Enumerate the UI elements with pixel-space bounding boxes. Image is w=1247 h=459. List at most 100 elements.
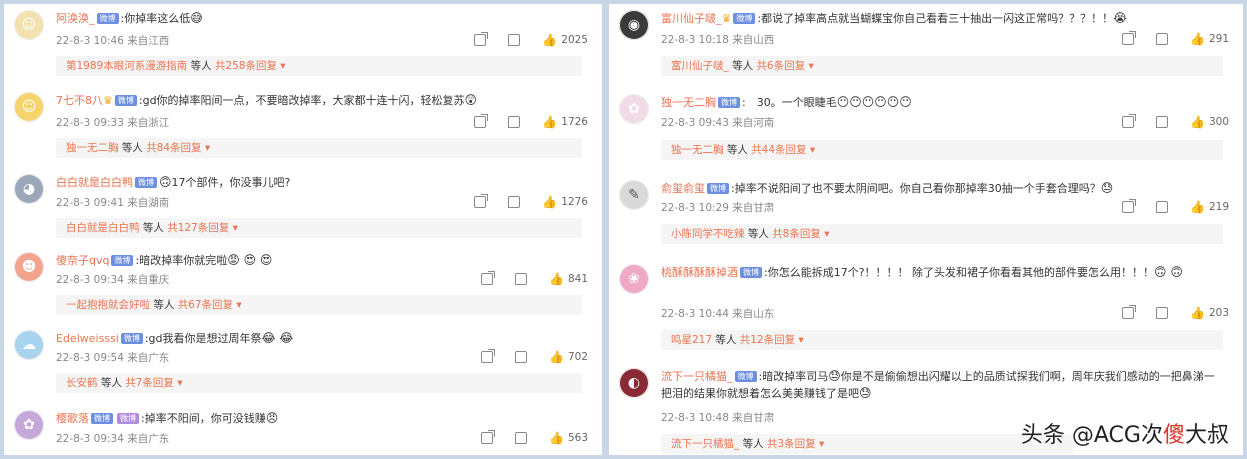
reply-summary[interactable]: 鸣星217 等人 共12条回复 ▾ — [661, 330, 1223, 350]
like-count: 2025 — [561, 34, 588, 46]
comment-icon[interactable] — [508, 34, 521, 46]
reply-summary[interactable]: 一起抱抱就会好啦 等人 共67条回复 ▾ — [56, 295, 582, 315]
emoji: 😓 — [828, 369, 841, 383]
reply-summary[interactable]: 富川仙子啵_ 等人 共6条回复 ▾ — [661, 56, 1223, 76]
left-comment-panel: ☺ 阿涣涣_ 微博:你掉率这么低😅 22-8-3 10:46 来自江西 👍 202… — [4, 4, 602, 455]
timestamp: 22-8-3 10:18 来自山西 — [661, 34, 775, 46]
thumbs-up-icon[interactable]: 👍 — [1190, 306, 1205, 320]
comment-text: 7七不8八♛ 微博:gd你的掉率阳间一点，不要暗改掉率，大家都十连十闪，轻松复苏😲 — [56, 93, 478, 107]
comment-icon[interactable] — [515, 351, 527, 363]
share-icon[interactable] — [1122, 114, 1136, 128]
emoji: 😶😶😶😶😶😶 — [836, 95, 912, 109]
comment-icon[interactable] — [515, 432, 527, 444]
weibo-badge: 微博 — [91, 413, 113, 424]
timestamp: 22-8-3 09:54 来自广东 — [56, 352, 170, 364]
like-count: 702 — [567, 351, 588, 363]
comment-text: 流下一只橘猫_ 微博:暗改掉率司马😓你是不是偷偷想出闪耀以上的品质试探我们啊，周年… — [661, 369, 1215, 400]
avatar[interactable]: ☁ — [14, 330, 44, 360]
thumbs-up-icon[interactable]: 👍 — [549, 272, 564, 286]
thumbs-up-icon[interactable]: 👍 — [1190, 200, 1205, 214]
avatar[interactable]: ✎ — [619, 180, 649, 210]
username-link[interactable]: 白白就是白白鸭 — [56, 176, 133, 189]
timestamp: 22-8-3 09:41 来自湖南 — [56, 197, 170, 209]
weibo-badge: 微博 — [96, 13, 119, 24]
share-icon[interactable] — [1122, 199, 1136, 213]
like-count: 1726 — [561, 116, 588, 128]
avatar[interactable]: ◉ — [619, 10, 649, 40]
share-icon[interactable] — [474, 194, 489, 208]
comment-text: 阿涣涣_ 微博:你掉率这么低😅 — [56, 11, 203, 25]
comment-icon[interactable] — [1156, 307, 1168, 319]
share-icon[interactable] — [1122, 31, 1136, 45]
username-link[interactable]: 阿涣涣_ — [56, 12, 95, 25]
avatar[interactable]: ☻ — [14, 252, 44, 282]
avatar[interactable]: ☺ — [14, 92, 44, 122]
avatar[interactable]: ✿ — [619, 94, 649, 124]
username-link[interactable]: 富川仙子啵_ — [661, 12, 722, 25]
weibo-badge: 微博 — [707, 183, 729, 194]
username-link[interactable]: 傻奈子qvq — [56, 254, 109, 267]
crown-icon: ♛ — [103, 94, 113, 107]
thumbs-up-icon[interactable]: 👍 — [542, 33, 557, 47]
reply-summary[interactable]: 流下一只橘猫_ 等人 共3条回复 ▾ — [661, 434, 1073, 454]
comment-icon[interactable] — [1156, 116, 1168, 128]
reply-summary[interactable]: 长安鹤 等人 共7条回复 ▾ — [56, 373, 582, 393]
thumbs-up-icon[interactable]: 👍 — [549, 350, 564, 364]
username-link[interactable]: Edelweisssi — [56, 332, 119, 345]
comment-text: 桃酥酥酥酥掉酒 微博:你怎么能拆成17个?！！！！ 除了头发和裙子你看看其他的部件… — [661, 265, 1183, 279]
timestamp: 22-8-3 09:34 来自广东 — [56, 433, 170, 445]
weibo-badge: 微博 — [740, 267, 762, 278]
like-count: 563 — [567, 432, 588, 444]
comment-actions: 👍 300 — [1122, 114, 1229, 129]
right-comment-panel: ◉ 富川仙子啵_♛ 微博:都说了掉率高点就当蝴蝶宝你自己看看三十抽出一闪这正常吗？… — [609, 4, 1243, 455]
avatar[interactable]: ✿ — [14, 410, 44, 440]
username-link[interactable]: 流下一只橘猫_ — [661, 370, 733, 383]
emoji: 😠 — [265, 411, 279, 425]
username-link[interactable]: 7七不8八 — [56, 94, 103, 107]
timestamp: 22-8-3 09:34 来自重庆 — [56, 274, 170, 286]
comment-actions: 👍 291 — [1122, 31, 1229, 46]
share-icon[interactable] — [481, 271, 495, 285]
reply-summary[interactable]: 独一无二胸 等人 共44条回复 ▾ — [661, 140, 1223, 160]
comment-actions: 👍 203 — [1122, 305, 1229, 320]
emoji: 😲 — [464, 93, 478, 107]
comment-actions: 👍 1726 — [474, 114, 588, 129]
avatar[interactable]: ❀ — [619, 264, 649, 294]
reply-summary[interactable]: 白白就是白白鸭 等人 共127条回复 ▾ — [56, 218, 582, 238]
comment-icon[interactable] — [1156, 33, 1168, 45]
emoji: 😂 😂 — [261, 331, 294, 345]
comment-icon[interactable] — [508, 116, 521, 128]
username-link[interactable]: 独一无二胸 — [661, 96, 716, 109]
share-icon[interactable] — [481, 349, 495, 363]
comment-actions: 👍 1276 — [474, 194, 588, 209]
thumbs-up-icon[interactable]: 👍 — [549, 431, 564, 445]
weibo-badge: 微博 — [135, 177, 157, 188]
username-link[interactable]: 樱歌落 — [56, 412, 89, 425]
share-icon[interactable] — [1122, 305, 1136, 319]
thumbs-up-icon[interactable]: 👍 — [542, 115, 557, 129]
comment-text: 白白就是白白鸭 微博 🙃17个部件，你没事儿吧? — [56, 175, 291, 189]
username-link[interactable]: 俞玺俞玺 — [661, 182, 705, 195]
avatar[interactable]: ◐ — [619, 368, 649, 398]
comment-icon[interactable] — [1156, 201, 1168, 213]
username-link[interactable]: 桃酥酥酥酥掉酒 — [661, 266, 738, 279]
comment-icon[interactable] — [508, 196, 521, 208]
reply-summary[interactable]: 小陈同学不吃辣 等人 共8条回复 ▾ — [661, 224, 1223, 244]
comment-actions: 👍 2025 — [474, 32, 588, 47]
thumbs-up-icon[interactable]: 👍 — [542, 195, 557, 209]
avatar[interactable]: ☺ — [14, 10, 44, 40]
share-icon[interactable] — [474, 114, 489, 128]
like-count: 1276 — [561, 196, 588, 208]
reply-summary[interactable]: 第1989本眼河系漫游指南 等人 共258条回复 ▾ — [56, 56, 582, 76]
timestamp: 22-8-3 09:33 来自浙江 — [56, 117, 170, 129]
weibo-badge: 微博 — [120, 333, 143, 344]
thumbs-up-icon[interactable]: 👍 — [1190, 115, 1205, 129]
share-icon[interactable] — [474, 32, 489, 46]
comment-icon[interactable] — [515, 273, 527, 285]
timestamp: 22-8-3 10:48 来自甘肃 — [661, 412, 775, 424]
reply-summary[interactable]: 独一无二胸 等人 共84条回复 ▾ — [56, 138, 582, 158]
comment-actions: 👍 702 — [481, 349, 588, 364]
avatar[interactable]: ◕ — [14, 174, 44, 204]
share-icon[interactable] — [481, 430, 495, 444]
thumbs-up-icon[interactable]: 👍 — [1190, 32, 1205, 46]
